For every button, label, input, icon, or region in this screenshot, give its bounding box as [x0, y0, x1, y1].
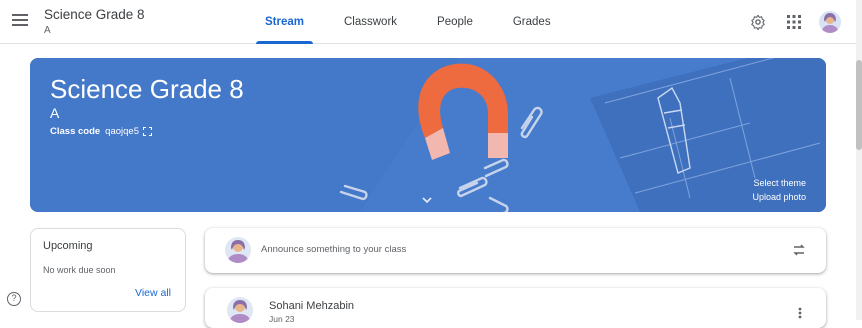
announce-box[interactable]: Announce something to your class: [205, 228, 826, 273]
class-banner: Science Grade 8 A Class code qaojqe5 Sel…: [30, 58, 826, 212]
stream-post: Sohani Mehzabin Jun 23: [205, 288, 826, 328]
top-actions: [734, 10, 842, 34]
top-app-bar: Science Grade 8 A Stream Classwork Peopl…: [0, 0, 862, 44]
upload-photo-link[interactable]: Upload photo: [752, 192, 806, 202]
help-icon[interactable]: ?: [7, 292, 21, 306]
class-code: Class code qaojqe5: [50, 126, 152, 137]
tab-people[interactable]: People: [428, 0, 482, 44]
class-title[interactable]: Science Grade 8: [44, 7, 145, 22]
scrollbar[interactable]: [856, 0, 862, 320]
repost-icon[interactable]: [792, 243, 806, 257]
post-date: Jun 23: [269, 314, 295, 324]
account-avatar[interactable]: [818, 10, 842, 34]
upcoming-empty-text: No work due soon: [43, 265, 116, 275]
fullscreen-icon[interactable]: [142, 127, 152, 136]
banner-section: A: [50, 105, 60, 121]
view-all-link[interactable]: View all: [135, 287, 171, 299]
class-section: A: [44, 25, 51, 36]
class-code-value: qaojqe5: [105, 126, 139, 137]
apps-grid-icon[interactable]: [782, 10, 806, 34]
banner-title: Science Grade 8: [50, 74, 244, 104]
tab-bar: Stream Classwork People Grades: [256, 0, 582, 44]
announce-placeholder: Announce something to your class: [261, 244, 407, 255]
post-author-name: Sohani Mehzabin: [269, 300, 355, 312]
class-code-label: Class code: [50, 126, 101, 137]
upcoming-title: Upcoming: [43, 240, 93, 252]
menu-icon[interactable]: [12, 14, 28, 28]
settings-icon[interactable]: [746, 10, 770, 34]
tab-classwork[interactable]: Classwork: [335, 0, 406, 44]
upcoming-card: Upcoming No work due soon View all: [30, 228, 186, 312]
user-avatar: [225, 237, 251, 263]
scrollbar-thumb[interactable]: [856, 60, 862, 150]
more-options-icon[interactable]: [798, 306, 802, 319]
select-theme-link[interactable]: Select theme: [753, 178, 806, 188]
tab-grades[interactable]: Grades: [504, 0, 560, 44]
tab-stream[interactable]: Stream: [256, 0, 313, 44]
post-author-avatar: [227, 297, 253, 323]
